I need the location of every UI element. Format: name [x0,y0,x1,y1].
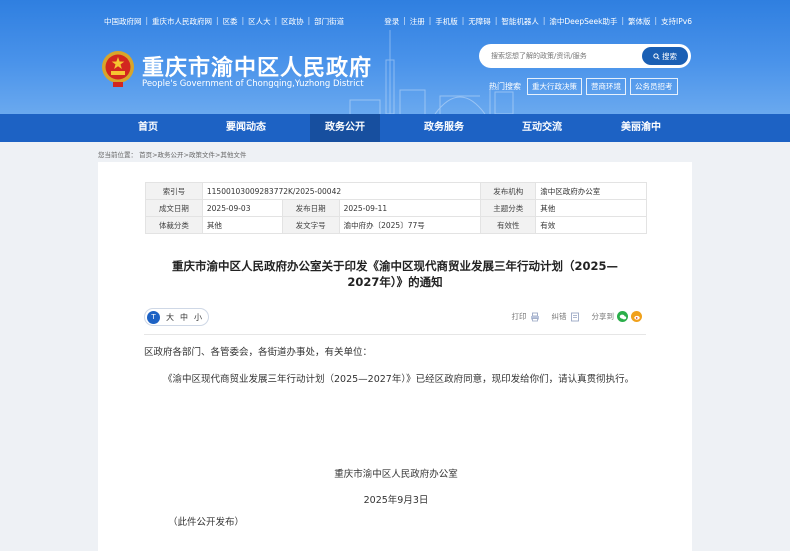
meta-value: 有效 [535,216,647,234]
wechat-icon[interactable] [617,311,628,322]
separator: | [494,16,498,25]
mobile-link[interactable]: 手机版 [435,16,458,27]
divider [144,334,646,335]
top-link[interactable]: 区委 [223,16,238,27]
meta-value: 渝中区政府办公室 [535,182,647,200]
share-label: 分享到 [591,312,615,321]
accessibility-link[interactable]: 无障碍 [468,16,491,27]
article-paragraph: 区政府各部门、各管委会，各街道办事处，有关单位： [144,347,373,358]
traditional-link[interactable]: 繁体版 [628,16,651,27]
signature-date: 2025年9月3日 [363,495,429,506]
nav-services[interactable]: 政务服务 [409,114,479,142]
separator: | [654,16,658,25]
robot-link[interactable]: 智能机器人 [501,16,539,27]
publish-note: （此件公开发布） [168,517,245,528]
search-box: 搜索 [479,44,691,68]
meta-value: 其他 [201,216,283,234]
top-link[interactable]: 重庆市人民政府网 [152,16,212,27]
separator: | [307,16,311,25]
meta-key: 有效性 [480,216,537,234]
print-label[interactable]: 打印 [512,311,527,322]
hot-tag-civil-service[interactable]: 公务员招考 [630,78,678,95]
signature-org: 重庆市渝中区人民政府办公室 [334,469,458,480]
hot-tag-decision[interactable]: 重大行政决策 [527,78,582,95]
article-title-line: 2027年）》的通知 [347,275,443,289]
wechat-glyph [619,314,626,319]
top-link[interactable]: 区人大 [248,16,271,27]
correction-icon[interactable] [570,312,580,322]
font-size-large[interactable]: 大 [166,312,174,323]
font-size-small[interactable]: 小 [194,312,202,323]
article-title: 重庆市渝中区人民政府办公室关于印发《渝中区现代商贸业发展三年行动计划（2025—… [138,258,652,290]
meta-value: 11500103009283772K/2025-00042 [201,182,482,200]
separator: | [241,16,245,25]
hot-tag-business[interactable]: 营商环境 [586,78,626,95]
site-subtitle: People's Government of Chongqing,Yuzhong… [142,79,364,89]
separator: | [621,16,625,25]
meta-key: 发布机构 [480,182,537,200]
meta-value: 渝中府办〔2025〕77号 [338,216,482,234]
nav-news[interactable]: 要闻动态 [211,114,281,142]
site-header: 中国政府网 | 重庆市人民政府网 | 区委 | 区人大 | 区政协 | 部门街道 登录 | … [0,0,790,114]
ipv6-link[interactable]: 支持IPv6 [661,16,692,27]
correct-label[interactable]: 纠错 [552,311,567,322]
site-title: 重庆市渝中区人民政府 [142,56,373,81]
article-title-line: 重庆市渝中区人民政府办公室关于印发《渝中区现代商贸业发展三年行动计划（2025— [171,259,618,273]
font-size-switcher: T 大 中 小 [144,308,209,326]
meta-key: 索引号 [145,182,203,200]
search-button[interactable]: 搜索 [642,47,688,65]
weibo-icon[interactable] [631,311,642,322]
main-nav: 首页 要闻动态 政务公开 政务服务 互动交流 美丽渝中 [0,114,790,142]
separator: | [542,16,546,25]
print-icon[interactable] [530,312,540,322]
login-link[interactable]: 登录 [384,16,399,27]
national-emblem-icon [102,51,134,87]
article-card: 索引号 11500103009283772K/2025-00042 发布机构 渝… [98,162,692,551]
meta-key: 发文字号 [281,216,340,234]
meta-value: 其他 [535,199,647,217]
register-link[interactable]: 注册 [410,16,425,27]
font-size-medium[interactable]: 中 [180,312,188,323]
top-link[interactable]: 部门街道 [314,16,344,27]
article-tools: 打印 纠错 分享到 [512,311,642,322]
nav-interaction[interactable]: 互动交流 [507,114,577,142]
hot-search: 热门搜索 重大行政决策 营商环境 公务员招考 [489,78,678,95]
table-row: 体裁分类 其他 发文字号 渝中府办〔2025〕77号 有效性 有效 [145,216,647,234]
separator: | [274,16,278,25]
table-row: 成文日期 2025-09-03 发布日期 2025-09-11 主题分类 其他 [145,199,647,217]
meta-key: 发布日期 [281,199,340,217]
meta-value: 2025-09-03 [201,199,283,217]
separator: | [403,16,406,25]
search-icon [653,52,660,60]
meta-key: 成文日期 [145,199,203,217]
hot-search-label: 热门搜索 [489,82,521,91]
font-size-icon: T [147,310,160,324]
search-button-label: 搜索 [662,51,677,61]
meta-value: 2025-09-11 [338,199,482,217]
meta-key: 体裁分类 [145,216,203,234]
nav-beautiful-yuzhong[interactable]: 美丽渝中 [606,114,676,142]
separator: | [145,16,149,25]
weibo-glyph [633,315,640,320]
breadcrumb: 您当前位置： 首页>政务公开>政策文件>其他文件 [98,151,247,159]
top-link[interactable]: 中国政府网 [104,16,142,27]
separator: | [216,16,219,25]
nav-gov-affairs[interactable]: 政务公开 [310,114,380,142]
separator: | [461,16,465,25]
nav-home[interactable]: 首页 [113,114,183,142]
table-row: 索引号 11500103009283772K/2025-00042 发布机构 渝… [145,182,647,200]
separator: | [428,16,432,25]
meta-table: 索引号 11500103009283772K/2025-00042 发布机构 渝… [145,182,647,234]
top-links-left: 中国政府网 | 重庆市人民政府网 | 区委 | 区人大 | 区政协 | 部门街道 [104,16,344,27]
article-paragraph: 《渝中区现代商贸业发展三年行动计划（2025—2027年）》已经区政府同意，现印… [163,374,635,385]
top-link[interactable]: 区政协 [281,16,304,27]
deepseek-link[interactable]: 渝中DeepSeek助手 [549,16,617,27]
top-links-right: 登录 | 注册 | 手机版 | 无障碍 | 智能机器人 | 渝中DeepSeek助手 | 繁… [384,16,692,27]
meta-key: 主题分类 [480,199,537,217]
search-input[interactable] [491,49,641,63]
